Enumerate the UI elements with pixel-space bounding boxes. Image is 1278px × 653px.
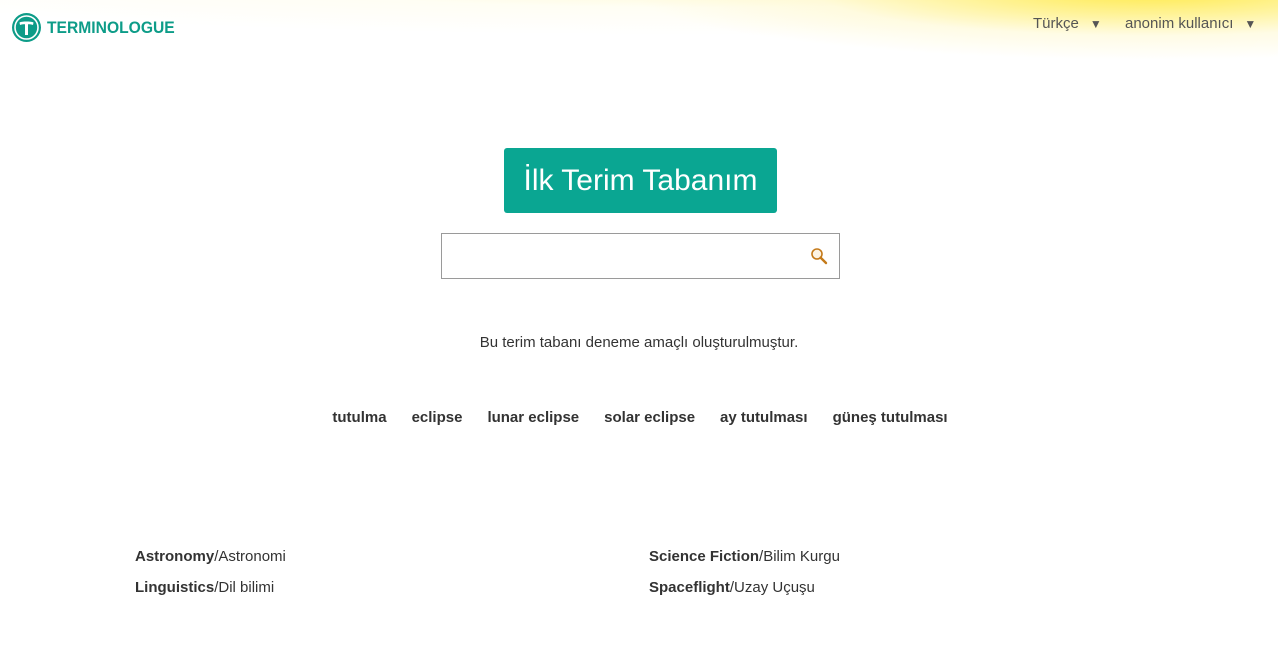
term-list: tutulma eclipse lunar eclipse solar ecli… [0,409,1278,426]
page: TERMINOLOGUE Türkçe ▼ anonim kullanıcı ▼… [0,0,1278,653]
domain-item-science-fiction[interactable]: Science Fiction/Bilim Kurgu [649,548,840,579]
domain-translation: /Bilim Kurgu [759,548,840,565]
termbase-title-button[interactable]: İlk Terim Tabanım [504,148,777,213]
term-link[interactable]: eclipse [412,409,463,426]
domain-translation: /Uzay Uçuşu [729,579,815,596]
header: TERMINOLOGUE Türkçe ▼ anonim kullanıcı ▼ [0,0,1278,56]
domain-translation: /Astronomi [214,548,286,565]
domain-item-astronomy[interactable]: Astronomy/Astronomi [135,548,286,579]
termbase-description: Bu terim tabanı deneme amaçlı oluşturulm… [479,334,799,351]
term-link[interactable]: lunar eclipse [487,409,579,426]
logo-text: TERMINOLOGUE [47,17,175,37]
term-link[interactable]: ay tutulması [720,409,808,426]
domain-item-spaceflight[interactable]: Spaceflight/Uzay Uçuşu [649,579,840,610]
language-menu[interactable]: Türkçe ▼ [1033,15,1102,32]
logo-link[interactable]: TERMINOLOGUE [11,12,186,43]
user-menu[interactable]: anonim kullanıcı ▼ [1125,15,1256,32]
domain-name: Science Fiction [649,548,760,565]
domain-name: Spaceflight [649,579,730,596]
domain-name: Astronomy [135,548,215,565]
chevron-down-icon: ▼ [1089,16,1102,31]
language-menu-label: Türkçe [1033,15,1079,32]
search-box [441,233,840,279]
terminologue-logo-icon [12,13,41,42]
search-icon[interactable] [810,247,828,265]
domain-name: Linguistics [135,579,215,596]
domain-list-right: Science Fiction/Bilim Kurgu Spaceflight/… [649,548,840,610]
user-menu-label: anonim kullanıcı [1125,15,1234,32]
domain-translation: /Dil bilimi [214,579,275,596]
domain-list-left: Astronomy/Astronomi Linguistics/Dil bili… [135,548,286,610]
search-input[interactable] [442,234,802,278]
chevron-down-icon: ▼ [1244,16,1257,31]
term-link[interactable]: solar eclipse [604,409,695,426]
domain-item-linguistics[interactable]: Linguistics/Dil bilimi [135,579,286,610]
term-link[interactable]: tutulma [332,409,386,426]
term-link[interactable]: güneş tutulması [833,409,948,426]
